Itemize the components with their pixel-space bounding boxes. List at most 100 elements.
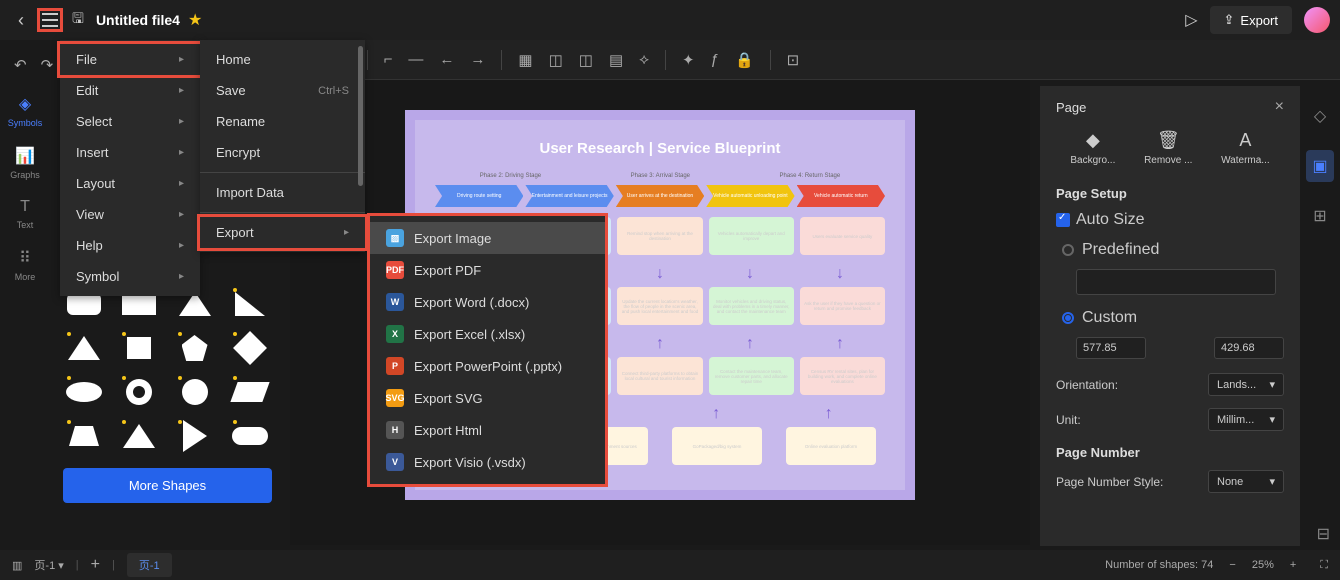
grid-icon[interactable]: ⊞ [1313,206,1326,226]
favorite-star-icon[interactable]: ★ [188,10,202,30]
export-word[interactable]: W Export Word (.docx) [370,286,605,318]
group-icon[interactable]: ◫ [549,51,563,69]
shape-trapezoid[interactable] [61,418,107,454]
shape-diamond[interactable] [227,330,273,366]
sidebar-item-graphs[interactable]: 📊 Graphs [10,146,40,180]
auto-size-checkbox[interactable]: Auto Size [1056,211,1284,229]
custom-radio[interactable]: Custom [1056,309,1284,327]
arrow-start-icon[interactable]: ← [439,51,454,68]
menu-item-view[interactable]: View ▸ [60,199,200,230]
export-ppt[interactable]: P Export PowerPoint (.pptx) [370,350,605,382]
menu-item-edit[interactable]: Edit ▸ [60,75,200,106]
formula-icon[interactable]: ƒ [711,51,719,68]
menu-item-insert[interactable]: Insert ▸ [60,137,200,168]
sidebar-item-symbols[interactable]: ◈ Symbols [8,94,43,128]
status-bar: ▥ 页-1 ▾ | + | 页-1 Number of shapes: 74 −… [0,550,1340,580]
preset-select[interactable] [1076,269,1276,295]
checkbox-checked-icon [1056,213,1070,227]
export-excel[interactable]: X Export Excel (.xlsx) [370,318,605,350]
connector-icon[interactable]: ⌐ [384,51,393,68]
menu-item-file[interactable]: File ▸ [60,44,200,75]
page-selector[interactable]: 页-1 ▾ [34,557,63,573]
bottom-rail-icon[interactable]: ⊟ [1317,526,1330,543]
paint-bucket-icon[interactable]: ◇ [1314,106,1326,126]
line-style-icon[interactable]: — [408,51,423,68]
chevron-right-icon: ▸ [179,178,184,189]
export-svg[interactable]: SVG Export SVG [370,382,605,414]
menu-item-select[interactable]: Select ▸ [60,106,200,137]
export-html[interactable]: H Export Html [370,414,605,446]
user-avatar[interactable] [1304,7,1330,33]
fill-icon[interactable]: ▦ [518,51,532,69]
undo-icon[interactable]: ↶ [14,56,27,74]
submenu-save[interactable]: Save Ctrl+S [200,75,365,106]
shape-triangle-2[interactable] [61,330,107,366]
menu-item-help[interactable]: Help ▸ [60,230,200,261]
submenu-home[interactable]: Home [200,44,365,75]
width-input[interactable] [1076,337,1146,359]
zoom-out-button[interactable]: − [1229,559,1235,571]
main-menu-dropdown: File ▸ Edit ▸ Select ▸ Insert ▸ Layout ▸… [60,40,200,296]
shape-arrow[interactable] [172,418,218,454]
crop-icon[interactable]: ⟡ [639,51,649,68]
ungroup-icon[interactable]: ◫ [579,51,593,69]
more-icon[interactable]: ⊡ [787,51,800,69]
fit-screen-icon[interactable]: ⛶ [1320,559,1328,572]
page-setup-title: Page Setup [1056,186,1284,201]
save-icon[interactable]: 🖫 [68,4,88,36]
export-header-button[interactable]: ⇪ Export [1210,6,1292,34]
shape-pill[interactable] [227,418,273,454]
menu-item-layout[interactable]: Layout ▸ [60,168,200,199]
layer-icon[interactable]: ▤ [609,51,623,69]
play-button[interactable]: ▷ [1185,10,1197,30]
sidebar-item-text[interactable]: T Text [17,198,34,230]
add-page-button[interactable]: + [91,556,100,574]
more-grid-icon: ⠿ [19,248,31,268]
watermark-icon: A [1221,130,1270,151]
page-list-icon[interactable]: ▥ [12,559,22,572]
remove-action[interactable]: 🗑 Remove ... [1144,130,1192,166]
shape-square[interactable] [116,330,162,366]
arrow-end-icon[interactable]: → [470,51,485,68]
export-submenu: ▨ Export Image PDF Export PDF W Export W… [370,216,605,484]
excel-file-icon: X [386,325,404,343]
magic-icon[interactable]: ✦ [682,51,695,69]
shape-triangle-up[interactable] [116,418,162,454]
watermark-action[interactable]: A Waterma... [1221,130,1270,166]
predefined-radio[interactable]: Predefined [1056,241,1284,259]
page-tab[interactable]: 页-1 [127,553,172,577]
close-panel-button[interactable]: × [1275,98,1284,116]
export-image[interactable]: ▨ Export Image [370,222,605,254]
page-number-style-select[interactable]: None ▾ [1208,470,1284,493]
page-settings-icon[interactable]: ▣ [1306,150,1333,182]
height-input[interactable] [1214,337,1284,359]
shape-ellipse[interactable] [61,374,107,410]
menu-item-symbol[interactable]: Symbol ▸ [60,261,200,292]
zoom-in-button[interactable]: + [1290,559,1296,571]
shape-parallelogram[interactable] [227,374,273,410]
trash-icon: 🗑 [1144,130,1192,151]
orientation-select[interactable]: Lands... ▾ [1208,373,1284,396]
scrollbar[interactable] [358,46,363,186]
hamburger-menu-button[interactable] [40,11,60,29]
unit-select[interactable]: Millim... ▾ [1208,408,1284,431]
shape-circle[interactable] [172,374,218,410]
submenu-import-data[interactable]: Import Data [200,177,365,208]
chevron-right-icon: ▸ [179,209,184,220]
chevron-row: Driving route setting Entertainment and … [435,185,885,207]
chevron-right-icon: ▸ [179,116,184,127]
shape-pentagon[interactable] [172,330,218,366]
export-visio[interactable]: V Export Visio (.vsdx) [370,446,605,478]
redo-icon[interactable]: ↷ [41,56,54,74]
more-shapes-button[interactable]: More Shapes [63,468,272,503]
export-pdf[interactable]: PDF Export PDF [370,254,605,286]
back-button[interactable]: ‹ [10,6,32,35]
shape-donut[interactable] [116,374,162,410]
submenu-export[interactable]: Export ▸ [200,217,365,248]
submenu-rename[interactable]: Rename [200,106,365,137]
sidebar-item-more[interactable]: ⠿ More [15,248,36,282]
shape-right-triangle[interactable] [227,286,273,322]
background-action[interactable]: ◆ Backgro... [1070,130,1115,166]
submenu-encrypt[interactable]: Encrypt [200,137,365,168]
lock-icon[interactable]: 🔒 [735,51,754,69]
